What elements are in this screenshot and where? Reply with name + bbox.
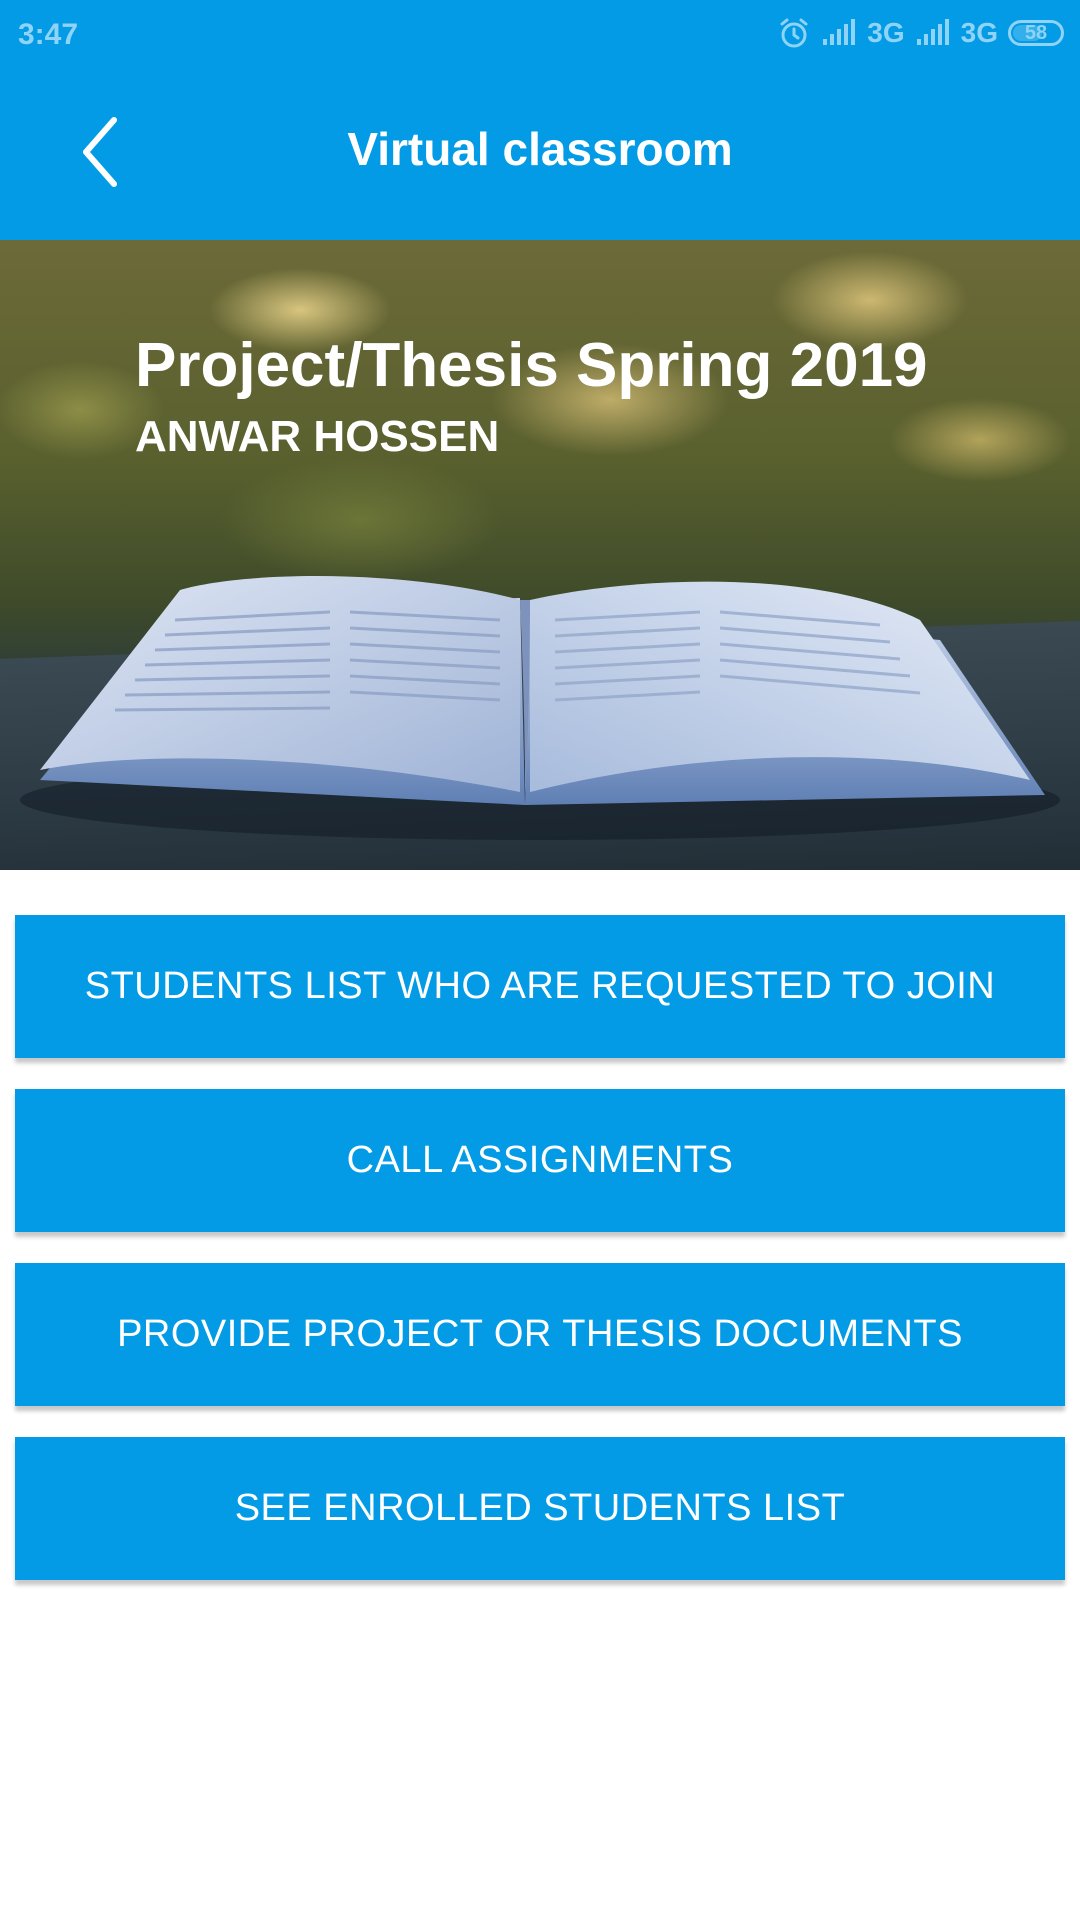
app-screen: 3:47 3G 3G 58 Virtual classroom Project/… <box>0 0 1080 1920</box>
battery-level: 58 <box>1024 21 1048 44</box>
status-indicators: 3G 3G 58 <box>777 16 1064 50</box>
signal-icon <box>821 19 857 47</box>
students-join-requests-button[interactable]: STUDENTS LIST WHO ARE REQUESTED TO JOIN <box>15 915 1065 1058</box>
page-title: Virtual classroom <box>347 123 733 175</box>
call-assignments-button[interactable]: CALL ASSIGNMENTS <box>15 1089 1065 1232</box>
network-type-1: 3G <box>867 17 905 48</box>
enrolled-students-button[interactable]: SEE ENROLLED STUDENTS LIST <box>15 1437 1065 1580</box>
network-type-2: 3G <box>960 17 998 48</box>
instructor-name: ANWAR HOSSEN <box>135 412 500 461</box>
alarm-icon <box>777 16 811 50</box>
app-bar: 3:47 3G 3G 58 Virtual classroom <box>0 0 1080 240</box>
status-time: 3:47 <box>18 18 79 51</box>
class-banner: Project/Thesis Spring 2019 ANWAR HOSSEN <box>0 240 1080 870</box>
provide-documents-button[interactable]: PROVIDE PROJECT OR THESIS DOCUMENTS <box>15 1263 1065 1406</box>
battery-icon: 58 <box>1008 20 1064 46</box>
class-title: Project/Thesis Spring 2019 <box>135 331 928 400</box>
signal-icon <box>915 19 951 47</box>
status-bar: 3:47 3G 3G 58 <box>0 0 1080 72</box>
